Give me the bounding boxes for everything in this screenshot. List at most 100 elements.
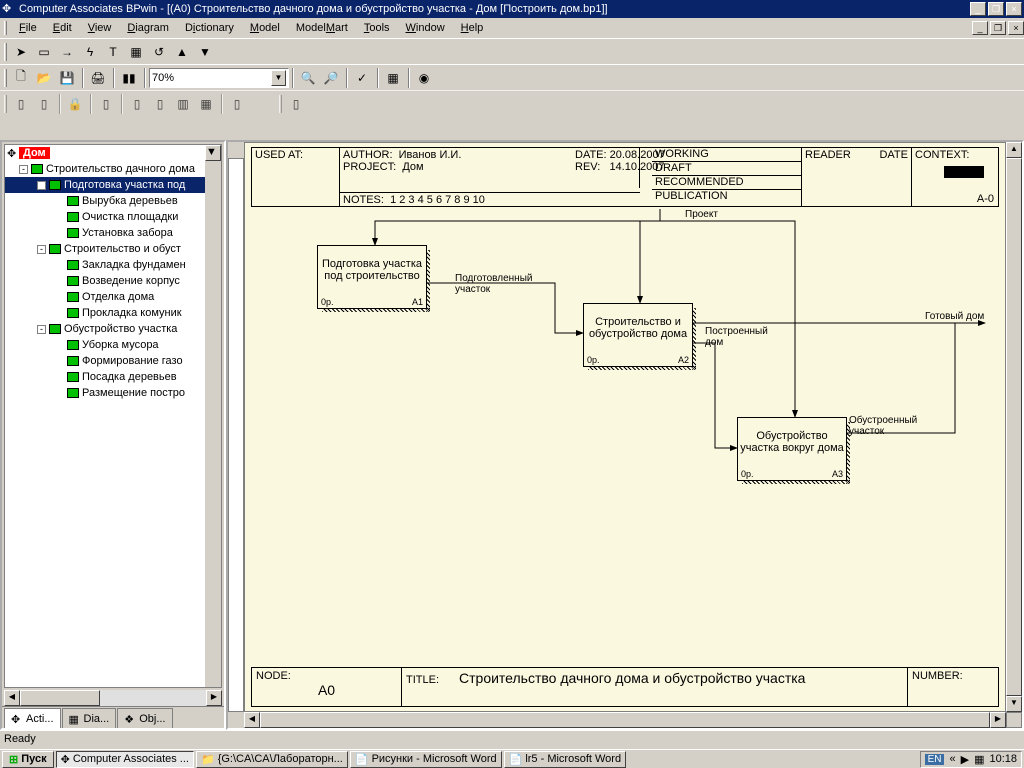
mm-btn6[interactable]: ▯	[149, 93, 171, 115]
menu-dictionary[interactable]: Dictionary	[178, 20, 241, 36]
model-explorer-button[interactable]: ▮▮	[118, 67, 140, 89]
arrow-label: Готовый дом	[925, 311, 984, 322]
system-tray[interactable]: EN « ▶ ▦ 10:18	[920, 751, 1022, 768]
tree-leaf[interactable]: Установка забора	[5, 225, 221, 241]
grip[interactable]	[4, 21, 7, 35]
tree-leaf[interactable]: Прокладка комуник	[5, 305, 221, 321]
activity-a2[interactable]: Строительство и обустройство дома 0р.A2	[583, 303, 693, 367]
tree-leaf[interactable]: Возведение корпус	[5, 273, 221, 289]
menu-tools[interactable]: Tools	[357, 20, 397, 36]
maximize-button[interactable]: ❐	[988, 2, 1004, 16]
titlebar: ✥ Computer Associates BPwin - [(A0) Стро…	[0, 0, 1024, 18]
menu-diagram[interactable]: Diagram	[120, 20, 176, 36]
grip[interactable]	[4, 95, 7, 113]
mm-btn2[interactable]: ▯	[33, 93, 55, 115]
squiggle-tool[interactable]: ϟ	[79, 41, 101, 63]
tree[interactable]: ✥Дом -Строительство дачного дома -Подгот…	[4, 144, 222, 688]
down-tool[interactable]: ▼	[194, 41, 216, 63]
grip[interactable]	[4, 69, 7, 87]
open-button[interactable]: 📂	[33, 67, 55, 89]
minimize-button[interactable]: _	[970, 2, 986, 16]
tree-root[interactable]: ✥Дом	[5, 145, 221, 161]
taskbar-item[interactable]: 📄 Рисунки - Microsoft Word	[350, 751, 502, 768]
tree-leaf[interactable]: Отделка дома	[5, 289, 221, 305]
activity-a1[interactable]: Подготовка участка под строительство 0р.…	[317, 245, 427, 309]
tree-hscroll[interactable]: ◀▶	[4, 690, 222, 706]
tree-node[interactable]: -Строительство и обуст	[5, 241, 221, 257]
canvas-vscroll[interactable]: ▲▼	[1006, 142, 1022, 712]
save-button[interactable]: 💾	[56, 67, 78, 89]
mm-btn10[interactable]: ▯	[285, 93, 307, 115]
mdi-close-button[interactable]: ×	[1008, 21, 1024, 35]
zoom-combo[interactable]: 70% ▼	[149, 68, 289, 88]
taskbar-item[interactable]: ✥ Computer Associates ...	[56, 751, 194, 768]
pointer-tool[interactable]: ➤	[10, 41, 32, 63]
menu-window[interactable]: Window	[399, 20, 452, 36]
arrow-label: Построенный дом	[705, 326, 785, 348]
spellcheck-button[interactable]: ✓	[351, 67, 373, 89]
tree-leaf[interactable]: Уборка мусора	[5, 337, 221, 353]
mm-btn4[interactable]: ▯	[95, 93, 117, 115]
mm-btn3[interactable]: 🔒	[64, 93, 86, 115]
grip[interactable]	[4, 43, 7, 61]
menu-help[interactable]: Help	[454, 20, 491, 36]
close-button[interactable]: ×	[1006, 2, 1022, 16]
up-tool[interactable]: ▲	[171, 41, 193, 63]
menu-file[interactable]: File	[12, 20, 44, 36]
zoom-out-button[interactable]: 🔎	[320, 67, 342, 89]
grip[interactable]	[279, 95, 282, 113]
lang-indicator[interactable]: EN	[925, 754, 945, 765]
menu-edit[interactable]: Edit	[46, 20, 79, 36]
tree-leaf[interactable]: Вырубка деревьев	[5, 193, 221, 209]
mm-btn7[interactable]: ▥	[172, 93, 194, 115]
print-button[interactable]: 🖨	[87, 67, 109, 89]
model-explorer: ✥Дом -Строительство дачного дома -Подгот…	[0, 140, 226, 730]
tree-node[interactable]: -Обустройство участка	[5, 321, 221, 337]
taskbar-item[interactable]: 📁 {G:\CA\CA\Лабораторн...	[196, 751, 348, 768]
clock[interactable]: 10:18	[989, 753, 1017, 765]
modelmart-button[interactable]: ◉	[413, 67, 435, 89]
ruler-vertical	[228, 158, 244, 712]
tree-node[interactable]: -Строительство дачного дома	[5, 161, 221, 177]
start-button[interactable]: ⊞Пуск	[2, 751, 54, 768]
activity-tool[interactable]: ▭	[33, 41, 55, 63]
statusbar: Ready	[0, 730, 1024, 749]
text-tool[interactable]: T	[102, 41, 124, 63]
report-button[interactable]: ▦	[382, 67, 404, 89]
menu-view[interactable]: View	[81, 20, 119, 36]
tree-leaf[interactable]: Очистка площадки	[5, 209, 221, 225]
tree-leaf[interactable]: Размещение постро	[5, 385, 221, 401]
diagram-area: USED AT: AUTHOR: Иванов И.И. PROJECT: До…	[226, 140, 1024, 730]
tree-scrollbar[interactable]: ▲ ▼	[205, 145, 221, 687]
diagram-tool[interactable]: ▦	[125, 41, 147, 63]
go-to-parent-tool[interactable]: ↺	[148, 41, 170, 63]
menu-modelmart[interactable]: ModelMart	[289, 20, 355, 36]
chevron-down-icon[interactable]: ▼	[271, 70, 286, 86]
arrow-tool[interactable]: →	[56, 41, 78, 63]
taskbar-item[interactable]: 📄 lr5 - Microsoft Word	[504, 751, 626, 768]
mm-btn5[interactable]: ▯	[126, 93, 148, 115]
scroll-corner	[1006, 712, 1022, 728]
tree-leaf[interactable]: Закладка фундамен	[5, 257, 221, 273]
zoom-in-button[interactable]: 🔍	[297, 67, 319, 89]
mdi-minimize-button[interactable]: _	[972, 21, 988, 35]
tree-leaf[interactable]: Формирование газо	[5, 353, 221, 369]
tab-activities[interactable]: ✥Acti...	[4, 708, 61, 728]
tab-objects[interactable]: ❖Obj...	[117, 708, 172, 728]
menu-model[interactable]: Model	[243, 20, 287, 36]
tray-icon[interactable]: ▦	[974, 753, 984, 766]
diagram-canvas[interactable]: USED AT: AUTHOR: Иванов И.И. PROJECT: До…	[244, 142, 1006, 712]
mm-btn9[interactable]: ▯	[226, 93, 248, 115]
tree-node-selected[interactable]: -Подготовка участка под	[5, 177, 221, 193]
toolbar-tools: ➤ ▭ → ϟ T ▦ ↺ ▲ ▼	[0, 38, 1024, 64]
new-button[interactable]: 🗋	[10, 67, 32, 89]
mdi-restore-button[interactable]: ❐	[990, 21, 1006, 35]
canvas-hscroll[interactable]: ◀▶	[244, 712, 1006, 728]
activity-a3[interactable]: Обустройство участка вокруг дома 0р.A3	[737, 417, 847, 481]
mm-btn8[interactable]: ▦	[195, 93, 217, 115]
tab-diagrams[interactable]: ▦Dia...	[62, 708, 117, 728]
tree-leaf[interactable]: Посадка деревьев	[5, 369, 221, 385]
tray-icon[interactable]: «	[949, 753, 955, 765]
mm-btn1[interactable]: ▯	[10, 93, 32, 115]
tray-icon[interactable]: ▶	[961, 753, 969, 766]
